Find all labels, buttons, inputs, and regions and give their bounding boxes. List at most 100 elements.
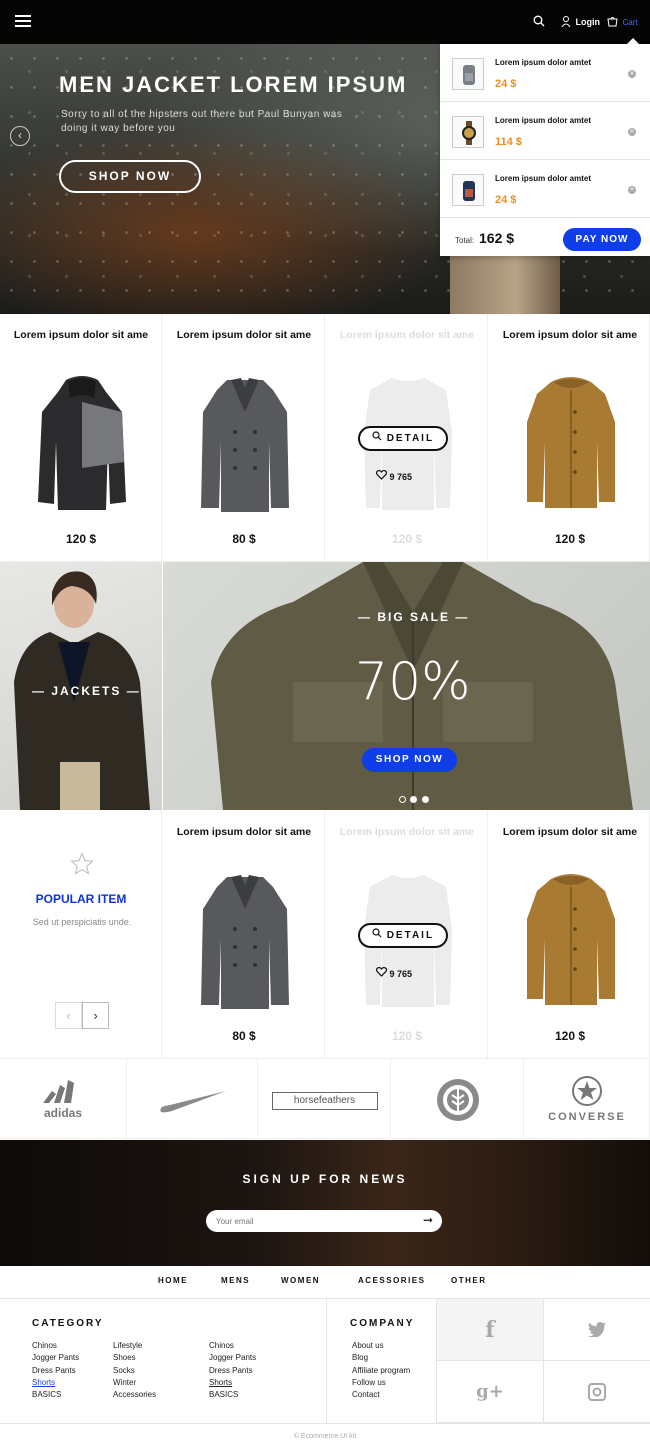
- cart-item-price: 114 $: [495, 136, 522, 148]
- brand-element[interactable]: [392, 1059, 524, 1139]
- product-card[interactable]: Lorem ipsum dolor sit ame 120 $: [489, 811, 650, 1059]
- brand-adidas[interactable]: adidas: [0, 1059, 127, 1139]
- carousel-dot[interactable]: [399, 796, 406, 803]
- cart-total-value: 162 $: [479, 230, 515, 246]
- backpack-icon: [452, 58, 484, 90]
- product-card[interactable]: Lorem ipsum dolor sit ame 120 $: [489, 314, 650, 562]
- product-title: Lorem ipsum dolor sit ame: [502, 826, 638, 838]
- category-link[interactable]: Socks: [113, 1366, 135, 1375]
- footer-nav-women[interactable]: WOMEN: [281, 1276, 320, 1285]
- carousel-dot[interactable]: [421, 796, 429, 803]
- cart-link[interactable]: Cart: [607, 14, 638, 32]
- search-icon[interactable]: [533, 14, 545, 32]
- product-price: 80 $: [232, 1029, 256, 1043]
- category-link[interactable]: Lifestyle: [113, 1341, 142, 1350]
- category-link[interactable]: Chinos: [209, 1341, 234, 1350]
- email-input[interactable]: [206, 1210, 442, 1232]
- star-icon: [70, 852, 94, 881]
- detail-button[interactable]: DETAIL: [358, 923, 448, 948]
- remove-item-icon[interactable]: ✕: [628, 186, 636, 194]
- brand-adidas-text: adidas: [43, 1106, 82, 1120]
- product-price: 80 $: [232, 532, 256, 546]
- footer-bottom-divider: [0, 1423, 650, 1424]
- product-card[interactable]: Lorem ipsum dolor sit ame 80 $: [163, 811, 325, 1059]
- converse-star-icon: [572, 1076, 602, 1106]
- carousel-dots: [399, 790, 429, 808]
- product-image: [38, 376, 126, 510]
- likes-value: 9 765: [389, 472, 413, 482]
- category-link[interactable]: Shorts: [209, 1378, 232, 1387]
- company-link[interactable]: Blog: [352, 1353, 368, 1362]
- adidas-logo-icon: [43, 1080, 74, 1103]
- category-link[interactable]: Jogger Pants: [32, 1353, 79, 1362]
- product-card[interactable]: Lorem ipsum dolor sit ame 120 $: [0, 314, 162, 562]
- sale-percent: 70%: [355, 652, 471, 712]
- company-link[interactable]: Follow us: [352, 1378, 386, 1387]
- watch-icon: [452, 116, 484, 148]
- remove-item-icon[interactable]: ✕: [628, 70, 636, 78]
- footer-nav-other[interactable]: OTHER: [451, 1276, 487, 1285]
- brand-converse[interactable]: CONVERSE: [525, 1059, 650, 1139]
- footer-column-divider: [326, 1299, 327, 1423]
- user-icon: [561, 14, 571, 31]
- cart-icon: [607, 14, 618, 31]
- product-card[interactable]: Lorem ipsum dolor sit ame DETAIL 9 765 1…: [326, 811, 488, 1059]
- menu-icon[interactable]: [15, 15, 31, 27]
- brand-horsefeathers-text: horsefeathers: [271, 1092, 378, 1110]
- remove-item-icon[interactable]: ✕: [628, 128, 636, 136]
- category-link[interactable]: Jogger Pants: [209, 1353, 256, 1362]
- brand-nike[interactable]: [128, 1059, 258, 1139]
- brand-converse-text: CONVERSE: [548, 1111, 626, 1123]
- company-link[interactable]: Contact: [352, 1390, 380, 1399]
- product-card[interactable]: Lorem ipsum dolor sit ame DETAIL 9 765 1…: [326, 314, 488, 562]
- company-link[interactable]: Affiliate program: [352, 1366, 410, 1375]
- category-link[interactable]: Chinos: [32, 1341, 57, 1350]
- popular-subtitle: Sed ut perspiciatis unde.: [32, 917, 132, 927]
- category-link[interactable]: BASICS: [32, 1390, 61, 1399]
- product-image: [201, 378, 289, 512]
- product-title: Lorem ipsum dolor sit ame: [13, 329, 149, 341]
- chevron-left-icon[interactable]: ‹: [10, 126, 30, 146]
- cart-label: Cart: [622, 18, 638, 27]
- likes-count[interactable]: 9 765: [375, 966, 412, 979]
- company-heading: COMPANY: [350, 1318, 415, 1329]
- product-image: [527, 377, 615, 508]
- jackets-label: — JACKETS —: [32, 684, 141, 698]
- category-link[interactable]: Dress Pants: [32, 1366, 76, 1375]
- category-link[interactable]: Shorts: [32, 1378, 55, 1387]
- company-link[interactable]: About us: [352, 1341, 384, 1350]
- carousel-dot[interactable]: [410, 796, 418, 803]
- hero-shop-now-button[interactable]: SHOP NOW: [59, 160, 201, 193]
- facebook-icon[interactable]: f: [436, 1299, 543, 1361]
- product-card[interactable]: Lorem ipsum dolor sit ame 80 $: [163, 314, 325, 562]
- brand-horsefeathers[interactable]: horsefeathers: [259, 1059, 391, 1139]
- product-price: 120 $: [554, 532, 586, 546]
- cart-item-name: Lorem ipsum dolor amtet: [495, 174, 592, 183]
- category-link[interactable]: Shoes: [113, 1353, 136, 1362]
- category-link[interactable]: Accessories: [113, 1390, 156, 1399]
- search-icon: [372, 431, 382, 444]
- chevron-right-icon[interactable]: ›: [82, 1002, 109, 1029]
- detail-button[interactable]: DETAIL: [358, 426, 448, 451]
- twitter-icon[interactable]: [543, 1299, 650, 1361]
- chevron-left-icon[interactable]: ‹: [55, 1002, 82, 1029]
- likes-count[interactable]: 9 765: [375, 469, 413, 482]
- category-link[interactable]: Dress Pants: [209, 1366, 253, 1375]
- category-link[interactable]: Winter: [113, 1378, 136, 1387]
- cart-total-label: Total:: [455, 236, 475, 245]
- footer-nav-home[interactable]: HOME: [158, 1276, 188, 1285]
- instagram-icon[interactable]: [543, 1361, 650, 1423]
- arrow-right-icon[interactable]: ➞: [423, 1213, 433, 1227]
- login-link[interactable]: Login: [561, 14, 600, 32]
- footer-nav-mens[interactable]: MENS: [221, 1276, 250, 1285]
- product-price: 120 $: [554, 1029, 586, 1043]
- hero-title: MEN JACKET LOREM IPSUM: [59, 72, 408, 97]
- cart-item-price: 24 $: [495, 78, 517, 90]
- pay-now-button[interactable]: PAY NOW: [563, 228, 641, 251]
- sale-shop-now-button[interactable]: SHOP NOW: [362, 748, 457, 772]
- search-icon: [372, 928, 382, 941]
- footer-nav-accessories[interactable]: ACESSORIES: [358, 1276, 425, 1285]
- cart-item: Lorem ipsum dolor amtet 24 $ ✕: [440, 44, 650, 102]
- google-plus-icon[interactable]: g+: [436, 1361, 543, 1423]
- category-link[interactable]: BASICS: [209, 1390, 238, 1399]
